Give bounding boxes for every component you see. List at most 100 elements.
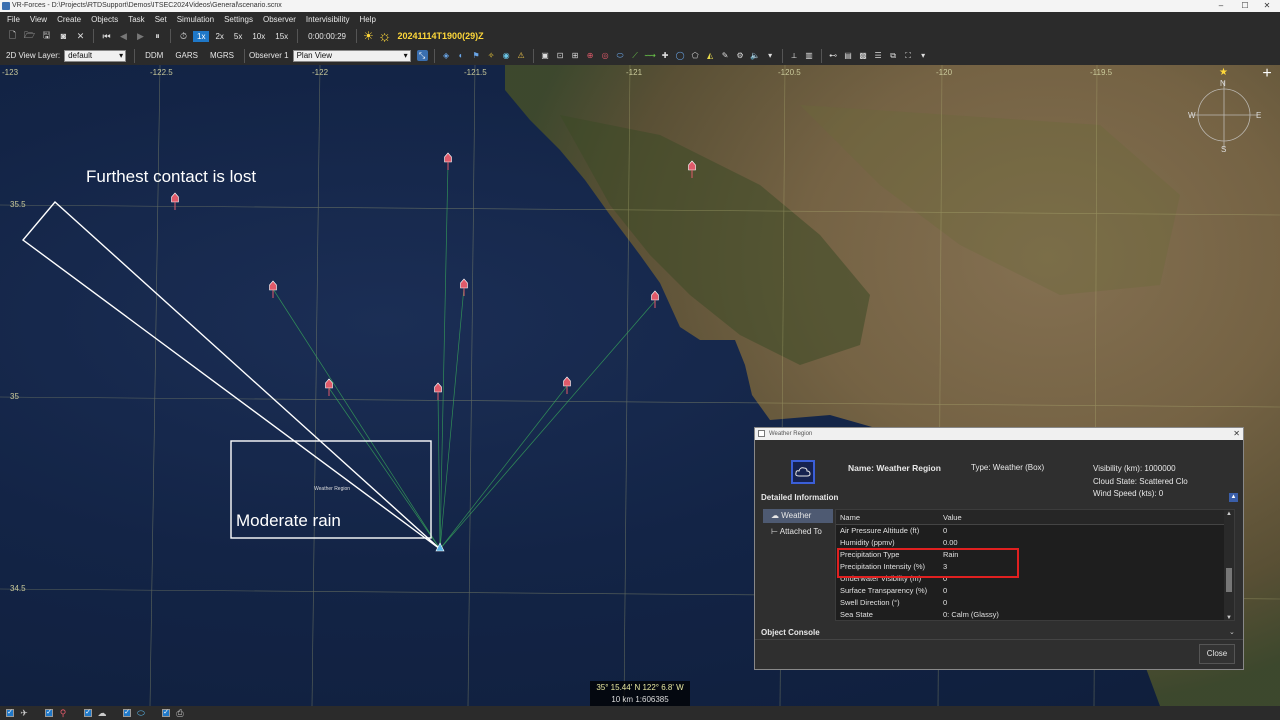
menu-help[interactable]: Help [354, 15, 380, 24]
list-icon[interactable]: ☰ [873, 50, 884, 61]
polyline-icon[interactable]: ⟿ [644, 50, 655, 61]
pen-icon[interactable]: ✎ [720, 50, 731, 61]
rewind-icon[interactable]: ⏮ [101, 31, 112, 42]
toggle-checkbox[interactable]: ✓ [45, 709, 53, 717]
flag-icon[interactable]: ⚑ [471, 50, 482, 61]
toggle-checkbox[interactable]: ✓ [162, 709, 170, 717]
toggle-checkbox[interactable]: ✓ [123, 709, 131, 717]
speed-10x-button[interactable]: 10x [248, 31, 269, 42]
menu-file[interactable]: File [2, 15, 25, 24]
table-row[interactable]: Sea State 0: Calm (Glassy) [836, 609, 1234, 620]
menu-observer[interactable]: Observer [258, 15, 301, 24]
menu-intervisibility[interactable]: Intervisibility [301, 15, 355, 24]
mgrs-button[interactable]: MGRS [210, 51, 234, 60]
bookmark-icon[interactable]: ▥ [804, 50, 815, 61]
sun-small-icon[interactable]: ☀ [363, 29, 374, 43]
add-view-button[interactable]: + [1258, 65, 1276, 83]
scroll-thumb[interactable] [1226, 568, 1232, 592]
menu-settings[interactable]: Settings [219, 15, 258, 24]
layer-select[interactable]: default [64, 49, 127, 62]
speed-15x-button[interactable]: 15x [271, 31, 292, 42]
gars-button[interactable]: GARS [175, 51, 198, 60]
link-chain-icon[interactable]: ⊷ [828, 50, 839, 61]
fit-view-icon[interactable]: ⛶ [903, 50, 914, 61]
more-icon[interactable]: ▾ [765, 50, 776, 61]
speed-5x-button[interactable]: 5x [230, 31, 246, 42]
table-scrollbar[interactable]: ▲ ▼ [1224, 510, 1234, 620]
measure-icon[interactable]: ⟂ [789, 50, 800, 61]
close-scenario-icon[interactable]: ✕ [75, 31, 86, 42]
step-back-icon[interactable]: ◀ [118, 31, 129, 42]
lon-label: -120 [936, 68, 953, 77]
ddm-button[interactable]: DDM [145, 51, 163, 60]
toggle-checkbox[interactable]: ✓ [6, 709, 14, 717]
close-window-button[interactable]: ✕ [1256, 0, 1278, 12]
camera-icon[interactable]: ◙ [58, 31, 69, 42]
play-icon[interactable]: ▶ [135, 31, 146, 42]
overlay-icon[interactable]: ◈ [441, 50, 452, 61]
warning-icon[interactable]: ⚠ [516, 50, 527, 61]
new-file-icon[interactable]: 🗋 [7, 30, 18, 42]
table-row[interactable]: Air Pressure Altitude (ft) 0 [836, 525, 1234, 537]
circle-icon[interactable]: ◯ [675, 50, 686, 61]
menu-set[interactable]: Set [150, 15, 172, 24]
dropdown-icon[interactable]: ▾ [918, 50, 929, 61]
area-icon[interactable]: ⬭ [615, 50, 626, 61]
dialog-close-icon[interactable]: ✕ [1233, 428, 1240, 440]
sound-icon[interactable]: 🔈 [750, 50, 761, 61]
marine-unit-icon[interactable] [171, 192, 179, 203]
menu-simulation[interactable]: Simulation [172, 15, 219, 24]
grid-icon[interactable]: ⊞ [570, 50, 581, 61]
maximize-button[interactable]: ☐ [1234, 0, 1256, 12]
view-select[interactable]: Plan View [292, 49, 411, 62]
zoom-box-icon[interactable]: ⊡ [555, 50, 566, 61]
marker-icon[interactable]: ⊕ [585, 50, 596, 61]
marine-unit-icon[interactable] [444, 152, 452, 163]
eye-icon[interactable]: ◉ [501, 50, 512, 61]
menu-create[interactable]: Create [52, 15, 86, 24]
settings-icon[interactable]: ⚙ [735, 50, 746, 61]
pause-icon[interactable]: ⏸ [152, 31, 163, 42]
menu-view[interactable]: View [25, 15, 52, 24]
table-row[interactable]: Swell Direction (°) 0 [836, 597, 1234, 609]
link-icon[interactable]: ⤡ [416, 50, 428, 61]
expand-console-icon[interactable]: ⌄ [1229, 628, 1235, 636]
sun-large-icon[interactable]: ☼ [378, 28, 392, 45]
polygon-icon[interactable]: ⬠ [690, 50, 701, 61]
open-folder-icon[interactable]: 🗁 [24, 30, 35, 42]
save-icon[interactable]: 🖫 [41, 30, 52, 42]
chat-icon[interactable]: ▩ [858, 50, 869, 61]
sector-icon[interactable]: ◭ [705, 50, 716, 61]
waypoint-icon[interactable]: ✚ [660, 50, 671, 61]
toggle-checkbox[interactable]: ✓ [84, 709, 92, 717]
object-console-heading[interactable]: Object Console [761, 628, 820, 637]
target-icon[interactable]: ◎ [600, 50, 611, 61]
line-icon[interactable]: ⟋ [630, 50, 641, 61]
marine-unit-icon[interactable] [434, 382, 442, 393]
vehicle-icon[interactable]: ◐ [456, 50, 467, 61]
scroll-down-icon[interactable]: ▼ [1224, 615, 1234, 620]
tab-weather[interactable]: ☁ Weather [763, 509, 833, 523]
layers-icon[interactable]: ▤ [843, 50, 854, 61]
scroll-up-icon[interactable]: ▲ [1224, 511, 1234, 517]
speed-2x-button[interactable]: 2x [211, 31, 227, 42]
tab-attached-to-label: Attached To [779, 527, 822, 536]
speed-1x-button[interactable]: 1x [193, 30, 210, 42]
close-button[interactable]: Close [1199, 644, 1235, 664]
simulation-datetime[interactable]: 20241114T1900(29)Z [398, 31, 484, 41]
select-box-icon[interactable]: ▣ [540, 50, 551, 61]
marine-unit-icon[interactable] [460, 278, 468, 289]
marine-unit-icon[interactable] [651, 290, 659, 301]
marine-unit-icon[interactable] [563, 376, 571, 387]
minimize-button[interactable]: – [1210, 0, 1232, 12]
marine-unit-icon[interactable] [269, 280, 277, 291]
tab-attached-to[interactable]: ⊢ Attached To [763, 525, 833, 539]
column-name[interactable]: Name [840, 510, 860, 525]
collapse-details-icon[interactable]: ▲ [1229, 493, 1238, 502]
window-icon[interactable]: ⧉ [888, 50, 899, 61]
table-row[interactable]: Surface Transparency (%) 0 [836, 585, 1234, 597]
menu-task[interactable]: Task [123, 15, 149, 24]
route-icon[interactable]: ✧ [486, 50, 497, 61]
menu-objects[interactable]: Objects [86, 15, 123, 24]
column-value[interactable]: Value [943, 510, 962, 525]
